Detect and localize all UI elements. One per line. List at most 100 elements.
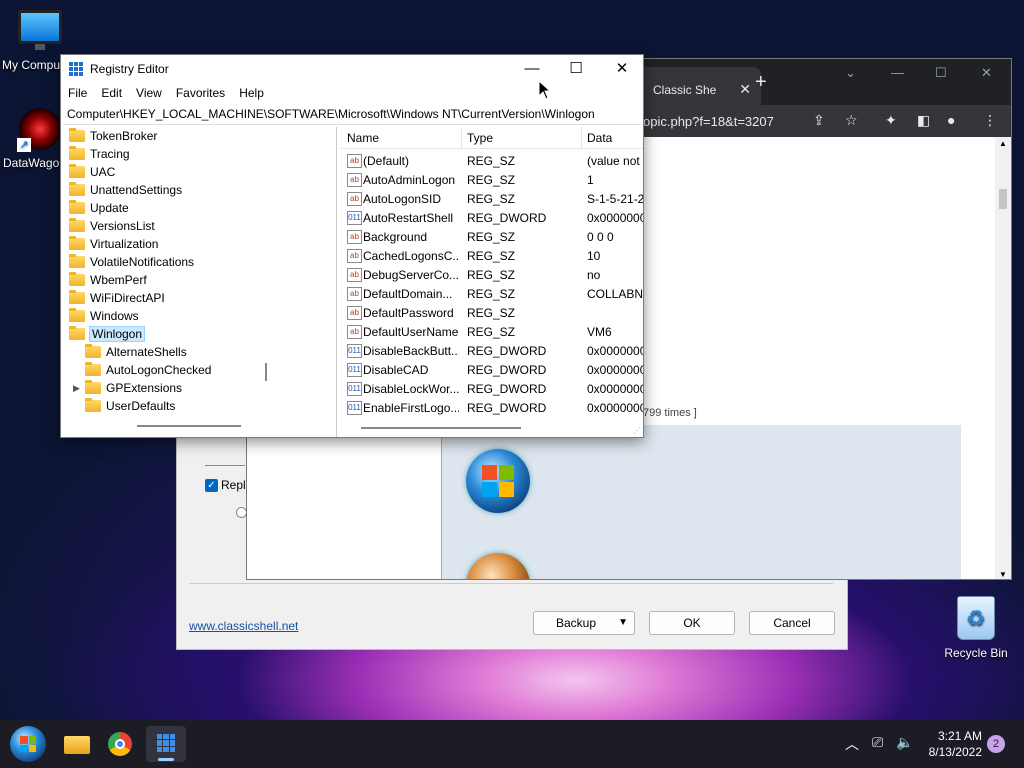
scroll-up-icon[interactable]: ▲ bbox=[999, 139, 1007, 148]
menu-view[interactable]: View bbox=[129, 83, 169, 105]
ok-button[interactable]: OK bbox=[649, 611, 735, 635]
tree-item[interactable]: Tracing bbox=[69, 145, 130, 163]
folder-icon bbox=[69, 308, 85, 322]
chrome-scrollbar[interactable]: ▲ ▼ bbox=[995, 137, 1011, 579]
value-row[interactable]: 011DisableBackButt...REG_DWORD0x00000001… bbox=[341, 342, 643, 361]
tree-scrollbar-thumb[interactable] bbox=[265, 363, 267, 381]
tree-item[interactable]: AutoLogonChecked bbox=[73, 361, 211, 379]
value-row[interactable]: ab CachedLogonsC... REG_SZ 10 bbox=[341, 247, 641, 266]
value-row[interactable]: 011DisableLockWor...REG_DWORD0x00000000 … bbox=[341, 380, 643, 399]
tree-item[interactable]: Virtualization bbox=[69, 235, 158, 253]
volume-icon[interactable]: 🔈 bbox=[896, 734, 913, 751]
mouse-cursor-icon bbox=[538, 80, 552, 100]
expand-chevron-icon[interactable]: ▶ bbox=[73, 383, 85, 394]
taskbar-clock[interactable]: 3:21 AM 8/13/2022 bbox=[912, 728, 982, 760]
maximize-button[interactable]: ☐ bbox=[553, 55, 599, 83]
minimize-icon[interactable]: — bbox=[891, 65, 904, 80]
value-row[interactable]: 011AutoRestartShellREG_DWORD0x00000001 (… bbox=[341, 209, 643, 228]
string-value-icon: ab bbox=[347, 249, 362, 263]
string-value-icon: ab bbox=[347, 230, 362, 244]
value-row[interactable]: ab DefaultUserName REG_SZ VM6 bbox=[341, 323, 641, 342]
dword-value-icon: 011 bbox=[347, 401, 362, 415]
tree-item[interactable]: VersionsList bbox=[69, 217, 155, 235]
value-row[interactable]: ab(Default)REG_SZ(value not set) bbox=[341, 152, 643, 171]
network-icon[interactable]: ⎚ bbox=[872, 734, 883, 751]
menu-kebab-icon[interactable]: ⋮ bbox=[983, 112, 997, 129]
maximize-icon[interactable]: ☐ bbox=[935, 65, 947, 81]
string-value-icon: ab bbox=[347, 154, 362, 168]
value-row[interactable]: abAutoLogonSIDREG_SZS-1-5-21-24050806 bbox=[341, 190, 643, 209]
value-row[interactable]: ab AutoAdminLogon REG_SZ 1 bbox=[341, 171, 641, 190]
value-row[interactable]: 011EnableFirstLogo...REG_DWORD0x00000001… bbox=[341, 399, 643, 418]
menu-edit[interactable]: Edit bbox=[94, 83, 129, 105]
tree-item[interactable]: Windows bbox=[69, 307, 139, 325]
profile-icon[interactable]: ● bbox=[947, 112, 955, 128]
tab-search-icon[interactable]: ⌄ bbox=[845, 65, 856, 81]
tree-item[interactable]: WiFiDirectAPI bbox=[69, 289, 165, 307]
folder-icon bbox=[69, 146, 85, 160]
checkbox-checked-icon[interactable]: ✓ bbox=[205, 478, 218, 492]
value-row[interactable]: ab Background REG_SZ 0 0 0 bbox=[341, 228, 641, 247]
tree-item[interactable]: ▶ GPExtensions bbox=[73, 379, 182, 397]
value-row[interactable]: abDefaultDomain...REG_SZCOLLABNET bbox=[341, 285, 643, 304]
column-name[interactable]: Name bbox=[347, 131, 379, 145]
taskbar-file-explorer[interactable] bbox=[58, 726, 98, 762]
start-button-image-panel bbox=[441, 425, 961, 579]
tree-item-selected[interactable]: Winlogon bbox=[69, 325, 146, 343]
chrome-tab[interactable]: Classic She ✕ bbox=[631, 67, 761, 105]
close-icon[interactable]: ✕ bbox=[981, 65, 992, 81]
tree-item[interactable]: UserDefaults bbox=[73, 397, 175, 415]
show-hidden-icons-chevron-icon[interactable]: ︿ bbox=[845, 734, 859, 754]
values-hscrollbar-thumb[interactable] bbox=[361, 427, 521, 429]
backup-button[interactable]: Backup ▼ bbox=[533, 611, 635, 635]
maximize-icon: ☐ bbox=[569, 60, 583, 77]
dropdown-arrow-icon: ▼ bbox=[618, 617, 628, 628]
bookmark-star-icon[interactable]: ☆ bbox=[845, 112, 858, 129]
side-panel-icon[interactable]: ◧ bbox=[917, 112, 930, 129]
start-button[interactable] bbox=[10, 726, 46, 762]
tree-item[interactable]: Update bbox=[69, 199, 129, 217]
address-bar[interactable]: Computer\HKEY_LOCAL_MACHINE\SOFTWARE\Mic… bbox=[63, 105, 641, 125]
registry-key-tree: TokenBroker Tracing UAC UnattendSettings… bbox=[61, 127, 337, 437]
taskbar-chrome[interactable] bbox=[100, 726, 140, 762]
column-data[interactable]: Data bbox=[587, 131, 612, 145]
address-bar[interactable]: opic.php?f=18&t=3207 bbox=[643, 109, 873, 135]
folder-icon bbox=[69, 164, 85, 178]
scrollbar-thumb[interactable] bbox=[999, 189, 1007, 209]
notification-badge[interactable]: 2 bbox=[987, 735, 1005, 753]
value-row[interactable]: 011DisableCADREG_DWORD0x00000001 (1) bbox=[341, 361, 643, 380]
resize-grip-icon[interactable]: ⋰ bbox=[633, 426, 641, 435]
minimize-button[interactable]: — bbox=[509, 55, 555, 83]
desktop-icon-recycle-bin[interactable]: ♻ Recycle Bin bbox=[936, 596, 1016, 660]
share-icon[interactable]: ⇪ bbox=[813, 112, 825, 129]
value-row[interactable]: ab DebugServerCo... REG_SZ no bbox=[341, 266, 641, 285]
close-button[interactable]: ✕ bbox=[599, 55, 645, 83]
title-bar[interactable]: Registry Editor — ☐ ✕ bbox=[61, 55, 643, 83]
folder-icon bbox=[69, 200, 85, 214]
extensions-icon[interactable]: ✦ bbox=[885, 112, 897, 129]
tree-item[interactable]: AlternateShells bbox=[73, 343, 187, 361]
menu-file[interactable]: File bbox=[61, 83, 94, 105]
menu-favorites[interactable]: Favorites bbox=[169, 83, 232, 105]
tree-item[interactable]: UAC bbox=[69, 163, 115, 181]
tree-item[interactable]: WbemPerf bbox=[69, 271, 147, 289]
column-type[interactable]: Type bbox=[467, 131, 493, 145]
tree-item[interactable]: UnattendSettings bbox=[69, 181, 182, 199]
tree-item[interactable]: VolatileNotifications bbox=[69, 253, 194, 271]
tree-item[interactable]: TokenBroker bbox=[69, 127, 157, 145]
menu-help[interactable]: Help bbox=[232, 83, 271, 105]
scroll-down-icon[interactable]: ▼ bbox=[999, 570, 1007, 579]
folder-icon bbox=[69, 236, 85, 250]
regedit-app-icon bbox=[69, 62, 83, 76]
classicshell-link[interactable]: www.classicshell.net bbox=[189, 619, 298, 633]
string-value-icon: ab bbox=[347, 192, 362, 206]
value-row[interactable]: ab DefaultPassword REG_SZ bbox=[341, 304, 641, 323]
cancel-button[interactable]: Cancel bbox=[749, 611, 835, 635]
tree-hscrollbar-thumb[interactable] bbox=[137, 425, 241, 427]
backup-button-label: Backup bbox=[556, 616, 597, 630]
taskbar-registry-editor[interactable] bbox=[146, 726, 186, 762]
clock-time: 3:21 AM bbox=[937, 729, 982, 743]
shortcut-arrow-icon: ↗ bbox=[17, 138, 31, 152]
new-tab-icon[interactable]: + bbox=[755, 71, 767, 94]
close-tab-icon[interactable]: ✕ bbox=[739, 81, 751, 98]
